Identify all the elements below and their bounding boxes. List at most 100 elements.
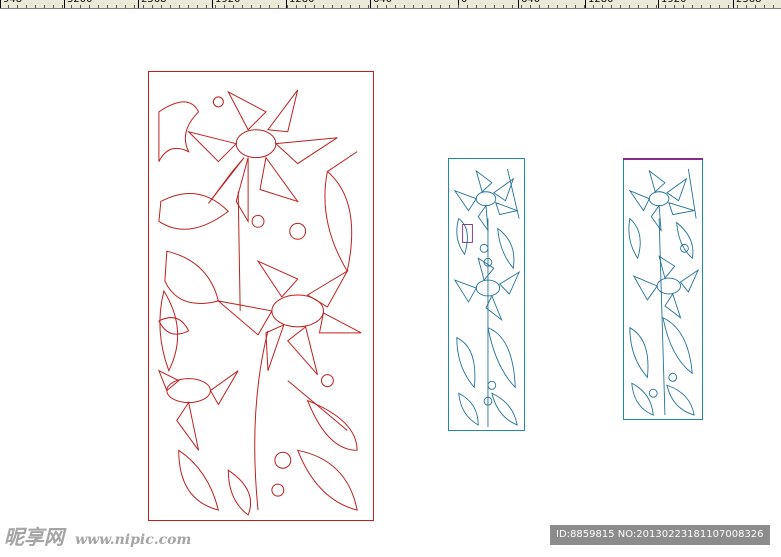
ruler-minor-tick — [278, 5, 279, 8]
ruler-minor-tick — [458, 5, 459, 8]
ruler-minor-tick — [98, 5, 99, 8]
blue-sunflower-panel[interactable] — [448, 158, 525, 431]
ruler-minor-tick — [62, 5, 63, 8]
ruler-minor-tick — [440, 5, 441, 8]
red-sunflower-artwork — [157, 89, 362, 516]
ruler-minor-tick — [350, 5, 351, 8]
ruler-minor-tick — [665, 5, 666, 8]
ruler-minor-tick — [215, 5, 216, 8]
ruler-major-tick — [518, 0, 519, 8]
ruler-label: 1920 — [215, 0, 240, 5]
ruler-major-tick — [733, 0, 734, 8]
watermark-logo: 昵享网 — [4, 525, 64, 549]
ruler-minor-tick — [656, 5, 657, 8]
ruler-minor-tick — [305, 5, 306, 8]
ruler-major-tick — [370, 0, 371, 8]
ruler-minor-tick — [467, 5, 468, 8]
ruler-major-tick — [138, 0, 139, 8]
ruler-minor-tick — [80, 5, 81, 8]
ruler-minor-tick — [368, 5, 369, 8]
ruler-minor-tick — [152, 5, 153, 8]
ruler-minor-tick — [773, 5, 774, 8]
ruler-minor-tick — [620, 5, 621, 8]
ruler-minor-tick — [116, 5, 117, 8]
ruler-minor-tick — [647, 5, 648, 8]
ruler-minor-tick — [35, 5, 36, 8]
ruler-minor-tick — [548, 5, 549, 8]
ruler-minor-tick — [755, 5, 756, 8]
image-id-badge: ID:8859815 NO:20130223181107008326 — [550, 525, 770, 545]
ruler-label: 2568 — [141, 0, 166, 5]
ruler-minor-tick — [26, 5, 27, 8]
ruler-minor-tick — [107, 5, 108, 8]
panel-top-edge — [623, 158, 703, 160]
ruler-major-tick — [658, 0, 659, 8]
ruler-major-tick — [64, 0, 65, 8]
ruler-minor-tick — [584, 5, 585, 8]
ruler-label: 948 — [3, 0, 22, 5]
ruler-minor-tick — [449, 5, 450, 8]
ruler-minor-tick — [575, 5, 576, 8]
ruler-minor-tick — [521, 5, 522, 8]
ruler-minor-tick — [323, 5, 324, 8]
ruler-minor-tick — [89, 5, 90, 8]
blue-sunflower-artwork — [453, 168, 521, 428]
ruler-minor-tick — [674, 5, 675, 8]
ruler-minor-tick — [188, 5, 189, 8]
ruler-minor-tick — [134, 5, 135, 8]
ruler-minor-tick — [692, 5, 693, 8]
ruler-minor-tick — [602, 5, 603, 8]
ruler-minor-tick — [8, 5, 9, 8]
ruler-minor-tick — [701, 5, 702, 8]
ruler-minor-tick — [179, 5, 180, 8]
red-sunflower-panel[interactable] — [148, 71, 374, 521]
ruler-minor-tick — [737, 5, 738, 8]
ruler-minor-tick — [53, 5, 54, 8]
small-blue-sunflower-panel[interactable] — [623, 158, 703, 420]
ruler-minor-tick — [530, 5, 531, 8]
ruler-minor-tick — [242, 5, 243, 8]
ruler-minor-tick — [161, 5, 162, 8]
ruler-major-tick — [585, 0, 586, 8]
ruler-minor-tick — [539, 5, 540, 8]
ruler-minor-tick — [260, 5, 261, 8]
ruler-minor-tick — [395, 5, 396, 8]
ruler-minor-tick — [719, 5, 720, 8]
nipic-watermark: 昵享网 www.nipic.com — [4, 521, 191, 550]
ruler-major-tick — [0, 0, 1, 8]
ruler-minor-tick — [233, 5, 234, 8]
ruler-minor-tick — [287, 5, 288, 8]
ruler-minor-tick — [629, 5, 630, 8]
ruler-minor-tick — [170, 5, 171, 8]
watermark-url: www.nipic.com — [74, 532, 192, 548]
ruler-minor-tick — [44, 5, 45, 8]
ruler-label: 640 — [373, 0, 392, 5]
ruler-label: 2568 — [736, 0, 761, 5]
horizontal-ruler[interactable]: 94832002568192012806400640128019202568 — [0, 0, 781, 9]
ruler-minor-tick — [431, 5, 432, 8]
small-blue-sunflower-artwork — [628, 168, 700, 416]
ruler-minor-tick — [512, 5, 513, 8]
ruler-minor-tick — [593, 5, 594, 8]
ruler-minor-tick — [386, 5, 387, 8]
ruler-minor-tick — [485, 5, 486, 8]
ruler-minor-tick — [503, 5, 504, 8]
ruler-minor-tick — [422, 5, 423, 8]
ruler-minor-tick — [683, 5, 684, 8]
drawing-canvas[interactable] — [0, 9, 781, 557]
ruler-minor-tick — [764, 5, 765, 8]
ruler-minor-tick — [197, 5, 198, 8]
ruler-label: 1280 — [588, 0, 613, 5]
ruler-minor-tick — [413, 5, 414, 8]
ruler-minor-tick — [314, 5, 315, 8]
ruler-minor-tick — [341, 5, 342, 8]
ruler-minor-tick — [206, 5, 207, 8]
ruler-minor-tick — [296, 5, 297, 8]
ruler-minor-tick — [359, 5, 360, 8]
ruler-minor-tick — [17, 5, 18, 8]
ruler-minor-tick — [611, 5, 612, 8]
ruler-minor-tick — [269, 5, 270, 8]
ruler-minor-tick — [566, 5, 567, 8]
ruler-minor-tick — [476, 5, 477, 8]
ruler-minor-tick — [377, 5, 378, 8]
